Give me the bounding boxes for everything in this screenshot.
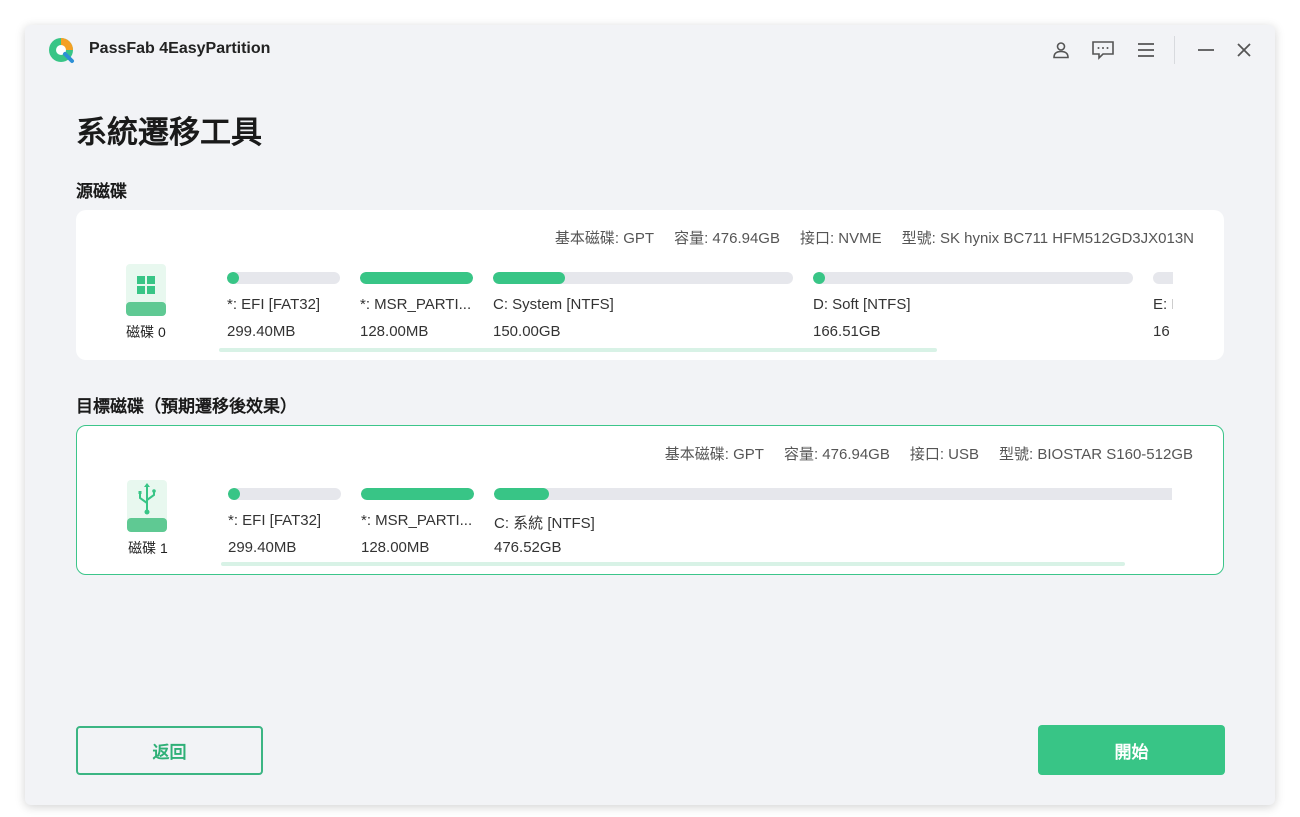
partition-name: C: 系統 [NTFS] [494,515,595,532]
target-partition-list: *: EFI [FAT32] 299.40MB *: MSR_PARTI... … [228,488,1172,558]
partition-size: 476.52GB [494,539,562,556]
disk-model: 型號: SK hynix BC711 HFM512GD3JX013N [901,230,1194,247]
partition-size: 128.00MB [360,323,429,340]
target-disk-label: 磁碟 1 [128,540,168,556]
usb-disk-icon [127,480,167,532]
user-icon[interactable] [1048,37,1074,63]
partition-name: *: MSR_PARTI... [360,296,472,313]
partition-name: *: EFI [FAT32] [227,296,321,313]
partition-name: *: MSR_PARTI... [361,512,473,529]
hard-disk-icon [126,264,166,316]
disk-interface: 接口: NVME [799,230,882,247]
menu-icon[interactable] [1133,37,1159,63]
page-title: 系統遷移工具 [76,115,262,150]
partition-msr[interactable]: *: MSR_PARTI... 128.00MB [360,272,473,342]
disk-type: 基本磁碟: GPT [554,230,655,247]
partition-size: 150.00GB [493,323,561,340]
source-disk-card[interactable]: 基本磁碟: GPT 容量: 476.94GB 接口: NVME 型號: SK h… [76,210,1224,360]
app-logo-icon [49,38,74,63]
disk-type: 基本磁碟: GPT [664,446,764,463]
partition-efi[interactable]: *: EFI [FAT32] 299.40MB [228,488,341,558]
target-disk-info: 基本磁碟: GPT 容量: 476.94GB 接口: USB 型號: BIOST… [645,443,1193,464]
partition-size: 299.40MB [227,323,296,340]
target-disk-heading: 目標磁碟（預期遷移後效果） [76,397,297,416]
feedback-icon[interactable] [1090,37,1116,63]
partition-usage-fill [360,272,473,284]
partition-e[interactable]: E: I 16 [1153,272,1173,342]
partition-name: E: I [1153,296,1173,313]
partition-size: 128.00MB [361,539,430,556]
disk-capacity: 容量: 476.94GB [674,230,780,247]
partition-usage-fill [494,488,549,500]
minimize-icon[interactable] [1193,37,1219,63]
start-button[interactable]: 開始 [1038,725,1225,775]
partition-usage-fill [813,272,825,284]
partition-msr[interactable]: *: MSR_PARTI... 128.00MB [361,488,474,558]
partition-d[interactable]: D: Soft [NTFS] 166.51GB [813,272,1133,342]
back-button[interactable]: 返回 [76,726,263,775]
source-partition-list: *: EFI [FAT32] 299.40MB *: MSR_PARTI... … [227,272,1173,342]
partition-size: 166.51GB [813,323,881,340]
source-disk-heading: 源磁碟 [76,182,127,201]
title-bar: PassFab 4EasyPartition [25,25,1275,75]
partition-name: C: System [NTFS] [493,296,614,313]
close-icon[interactable] [1231,37,1257,63]
app-window: PassFab 4EasyPartition 系統遷移工具 源磁碟 基本磁碟: … [25,25,1275,805]
partition-name: D: Soft [NTFS] [813,296,911,313]
source-disk-info: 基本磁碟: GPT 容量: 476.94GB 接口: NVME 型號: SK h… [535,227,1194,248]
partition-usage-fill [227,272,239,284]
partition-usage-fill [493,272,565,284]
partition-efi[interactable]: *: EFI [FAT32] 299.40MB [227,272,340,342]
source-horizontal-scrollbar[interactable] [219,348,937,352]
partition-size: 16 [1153,323,1170,340]
partition-name: *: EFI [FAT32] [228,512,322,529]
partition-c[interactable]: C: 系統 [NTFS] 476.52GB [494,488,1172,558]
source-disk-label: 磁碟 0 [126,324,166,340]
target-horizontal-scrollbar[interactable] [221,562,1125,566]
titlebar-separator [1174,36,1175,64]
app-title: PassFab 4EasyPartition [89,40,271,57]
disk-interface: 接口: USB [909,446,980,463]
partition-c[interactable]: C: System [NTFS] 150.00GB [493,272,793,342]
partition-usage-fill [228,488,240,500]
partition-size: 299.40MB [228,539,297,556]
disk-capacity: 容量: 476.94GB [783,446,890,463]
disk-model: 型號: BIOSTAR S160-512GB [999,446,1193,463]
target-disk-card[interactable]: 基本磁碟: GPT 容量: 476.94GB 接口: USB 型號: BIOST… [76,425,1224,575]
partition-usage-fill [361,488,474,500]
